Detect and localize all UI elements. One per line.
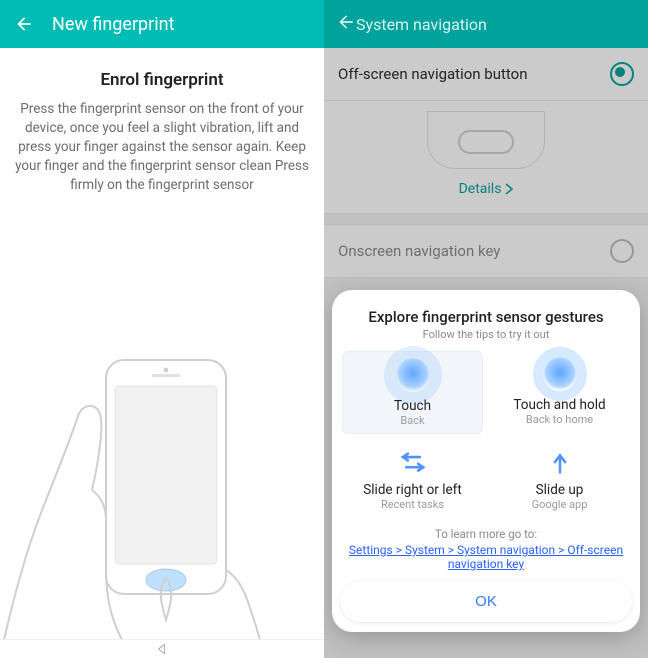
ok-button[interactable]: OK (340, 581, 632, 622)
gesture-label: Slide right or left (346, 482, 479, 498)
back-triangle-icon[interactable] (155, 642, 169, 656)
header-title: System navigation (356, 15, 487, 34)
dialog-subtitle: Follow the tips to try it out (342, 328, 630, 341)
gesture-label: Touch and hold (493, 397, 626, 413)
touch-icon (396, 358, 430, 392)
system-navigation-screen: System navigation Off-screen navigation … (324, 0, 648, 658)
section-title: Enrol fingerprint (12, 70, 312, 90)
slide-up-icon (543, 450, 577, 476)
back-icon[interactable] (12, 12, 36, 36)
gesture-desc: Recent tasks (346, 498, 479, 511)
system-nav-bar (0, 639, 324, 658)
gesture-tutorial-dialog: Explore fingerprint sensor gestures Foll… (332, 290, 640, 632)
slide-horizontal-icon (396, 450, 430, 476)
learn-more: To learn more go to: Settings > System >… (342, 527, 630, 571)
gesture-desc: Back (347, 414, 478, 427)
gesture-tile-slide-up[interactable]: Slide up Google app (489, 444, 630, 517)
header-bar: System navigation (324, 0, 648, 48)
gesture-label: Slide up (493, 482, 626, 498)
header-title: New fingerprint (52, 14, 174, 35)
gesture-tile-slide-horizontal[interactable]: Slide right or left Recent tasks (342, 444, 483, 517)
section-description: Press the fingerprint sensor on the fron… (12, 100, 312, 195)
back-icon[interactable] (336, 12, 356, 36)
learn-more-link[interactable]: Settings > System > System navigation > … (342, 543, 630, 571)
gesture-desc: Google app (493, 498, 626, 511)
touch-hold-icon (543, 357, 577, 391)
fingerprint-enrol-screen: New fingerprint Enrol fingerprint Press … (0, 0, 324, 658)
gesture-label: Touch (347, 398, 478, 414)
dialog-title: Explore fingerprint sensor gestures (342, 308, 630, 326)
header-bar: New fingerprint (0, 0, 324, 48)
gesture-tile-touch[interactable]: Touch Back (342, 351, 483, 434)
gesture-desc: Back to home (493, 413, 626, 426)
hand-illustration (0, 320, 324, 640)
learn-more-intro: To learn more go to: (435, 527, 537, 541)
gesture-tile-hold[interactable]: Touch and hold Back to home (489, 351, 630, 434)
